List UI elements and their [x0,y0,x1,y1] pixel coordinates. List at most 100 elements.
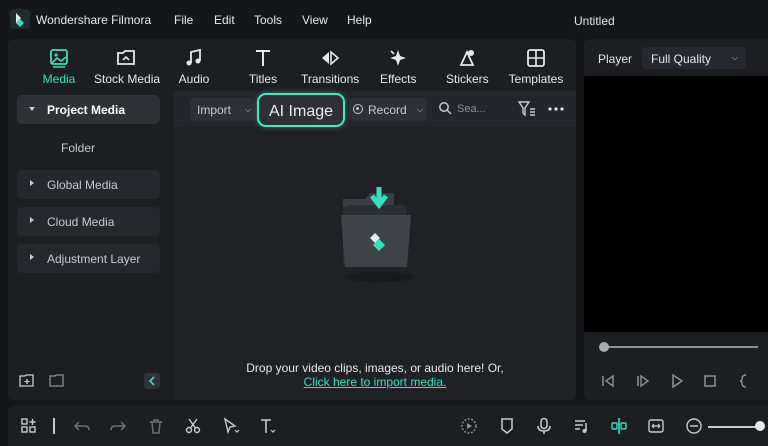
category-tabs: Media Stock Media Audio Titles Transitio… [8,39,576,91]
tab-templates[interactable]: Templates [508,47,564,89]
menu-file[interactable]: File [174,13,193,27]
ai-image-button[interactable]: AI Image [257,93,345,127]
app-name: Wondershare Filmora [36,13,152,27]
tab-stickers-label: Stickers [446,72,489,86]
search-icon [439,102,452,115]
tab-transitions[interactable]: Transitions [301,47,359,89]
sidebar-item-cloud-media[interactable]: Cloud Media [17,207,160,236]
caret-right-icon [30,217,34,223]
quality-select[interactable]: Full Quality ⌵ [642,47,746,69]
collapse-sidebar-button[interactable] [144,373,160,389]
tab-effects-label: Effects [380,72,417,86]
chevron-down-icon: ⌵ [244,105,251,114]
tab-titles[interactable]: Titles [246,47,280,89]
playhead-handle[interactable] [599,342,609,352]
marker-icon[interactable] [498,417,516,435]
sidebar-item-label: Adjustment Layer [47,252,141,266]
title-bar: Wondershare Filmora File Edit Tools View… [0,0,768,38]
menu-help[interactable]: Help [347,13,372,27]
player-header: Player Full Quality ⌵ [584,39,768,76]
zoom-slider-handle[interactable] [755,421,765,431]
record-label: Record [368,103,407,117]
more-options-icon[interactable] [547,100,565,118]
tab-media-label: Media [42,72,76,86]
tab-stock-media-label: Stock Media [94,72,161,86]
import-label: Import [197,103,232,117]
playback-progress-track[interactable] [602,346,758,348]
filmora-logo-icon [10,9,30,29]
scissors-icon[interactable] [184,417,202,435]
stock-media-icon [117,50,135,65]
sidebar-item-label: Project Media [47,103,126,117]
redo-icon[interactable] [109,417,127,435]
chevron-down-icon: ⌵ [416,105,423,114]
zoom-out-icon[interactable] [685,417,703,435]
music-note-icon [186,48,201,66]
import-media-link[interactable]: Click here to import media. [174,375,576,389]
player-label: Player [598,52,633,66]
tab-stock-media[interactable]: Stock Media [94,47,161,89]
sidebar-item-global-media[interactable]: Global Media [17,170,160,199]
sidebar-item-label: Cloud Media [47,215,115,229]
tab-transitions-label: Transitions [301,72,360,86]
menu-tools[interactable]: Tools [254,13,282,27]
sidebar-item-adjustment-layer[interactable]: Adjustment Layer [17,244,160,273]
quality-value: Full Quality [651,52,712,66]
text-tool-icon[interactable] [259,417,277,435]
snap-icon[interactable] [610,417,628,435]
folder-icon[interactable] [49,373,65,387]
text-t-icon [256,50,270,66]
tab-templates-label: Templates [508,72,564,86]
mark-in-icon[interactable] [736,373,752,389]
microphone-icon[interactable] [535,417,553,435]
stop-icon[interactable] [702,373,718,389]
sidebar-item-label: Global Media [47,178,118,192]
effects-icon [390,50,406,66]
tab-stickers[interactable]: Stickers [446,47,489,89]
caret-right-icon [30,254,34,260]
search-input[interactable] [457,100,505,118]
tab-effects[interactable]: Effects [380,47,416,89]
sidebar-item-project-media[interactable]: Project Media [17,95,160,124]
player-panel: Player Full Quality ⌵ [584,39,768,400]
tab-audio-label: Audio [178,72,210,86]
tab-audio[interactable]: Audio [176,47,212,89]
media-sidebar: Project Media Folder Global Media Cloud … [8,91,174,400]
previous-frame-icon[interactable] [600,373,616,389]
chevron-down-icon: ⌵ [731,53,738,62]
import-button[interactable]: Import ⌵ [190,98,254,121]
media-panel: Media Stock Media Audio Titles Transitio… [8,39,576,400]
layout-grid-icon[interactable] [20,417,38,435]
new-folder-icon[interactable] [19,373,35,387]
caret-down-icon [29,107,35,111]
record-button[interactable]: Record ⌵ [349,98,427,121]
drop-zone-message: Drop your video clips, images, or audio … [246,361,504,375]
import-folder-illustration-icon [341,187,415,282]
toolbar-divider [53,418,55,434]
chevron-left-icon [148,376,155,386]
fit-timeline-icon[interactable] [647,417,665,435]
transitions-icon [322,50,340,66]
next-frame-icon[interactable] [635,373,651,389]
video-preview [584,76,768,332]
select-arrow-icon[interactable] [222,417,240,435]
delete-icon[interactable] [147,417,165,435]
filter-icon[interactable] [517,100,537,118]
ai-image-label: AI Image [268,103,334,120]
render-preview-icon[interactable] [460,417,478,435]
templates-icon [527,49,545,67]
document-title: Untitled [574,14,615,28]
stickers-icon [459,49,475,66]
tab-titles-label: Titles [248,72,278,86]
caret-right-icon [30,180,34,186]
sidebar-item-folder[interactable]: Folder [61,141,95,155]
play-icon[interactable] [669,373,685,389]
timeline-toolbar [8,406,768,446]
media-content-area: Import ⌵ AI Image Record ⌵ Sea... Drop y… [174,91,576,400]
menu-view[interactable]: View [302,13,328,27]
audio-track-icon[interactable] [573,417,591,435]
content-toolbar: Import ⌵ AI Image Record ⌵ [174,91,576,127]
tab-media[interactable]: Media [41,47,77,89]
menu-edit[interactable]: Edit [214,13,235,27]
undo-icon[interactable] [73,417,91,435]
